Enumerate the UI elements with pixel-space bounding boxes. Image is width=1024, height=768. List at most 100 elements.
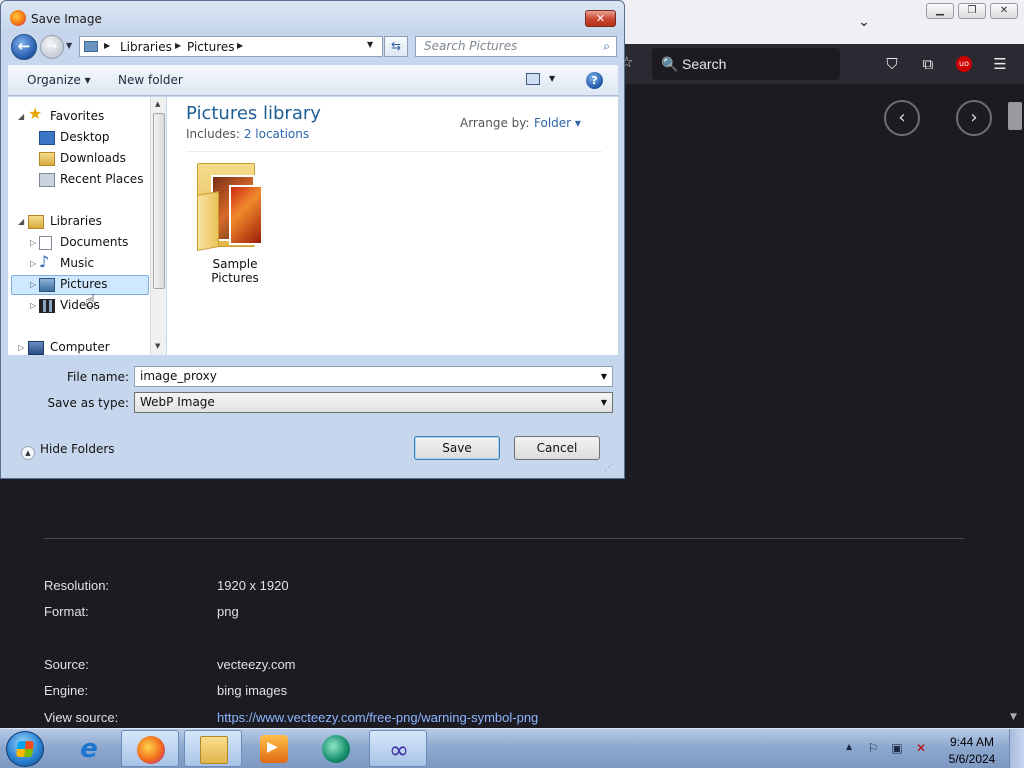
search-pictures-input[interactable]: Search Pictures ⌕ xyxy=(415,36,617,57)
resize-grip-icon[interactable]: ⋰ xyxy=(604,463,613,473)
file-name-dropdown-icon[interactable]: ▼ xyxy=(601,367,607,386)
tree-item-favorites[interactable]: Favorites xyxy=(50,106,104,126)
address-dropdown-icon[interactable]: ▼ xyxy=(367,40,373,49)
file-name-input[interactable]: image_proxy ▼ xyxy=(134,366,613,387)
next-image-button[interactable]: › xyxy=(956,100,992,136)
cancel-button[interactable]: Cancel xyxy=(514,436,600,460)
page-scroll-thumb[interactable] xyxy=(1008,102,1022,130)
refresh-button[interactable]: ⇆ xyxy=(384,36,408,57)
locations-link[interactable]: 2 locations xyxy=(244,127,309,141)
scroll-up-arrow-icon[interactable]: ▲ xyxy=(155,100,160,108)
library-title: Pictures library xyxy=(186,103,321,124)
tree-item-downloads[interactable]: Downloads xyxy=(60,148,126,168)
search-icon: 🔍 xyxy=(661,56,679,72)
save-image-dialog: Save Image ✕ ← → ▼ ▶ Libraries ▶ Picture… xyxy=(0,0,625,479)
dialog-title: Save Image xyxy=(31,12,102,26)
show-desktop-button[interactable] xyxy=(1009,729,1024,768)
scroll-down-arrow-icon[interactable]: ▼ xyxy=(155,342,160,350)
volume-muted-icon[interactable]: ✕ xyxy=(914,741,928,755)
taskbar-media-player[interactable] xyxy=(245,730,303,767)
expand-arrow-icon[interactable]: ▷ xyxy=(18,343,24,352)
breadcrumb-libraries[interactable]: Libraries xyxy=(120,40,172,54)
chevron-up-icon: ▲ xyxy=(21,446,35,460)
hand-cursor-icon: ☝ xyxy=(85,291,96,312)
breadcrumb-pictures[interactable]: Pictures xyxy=(187,40,235,54)
menu-icon[interactable]: ☰ xyxy=(989,53,1011,75)
minimize-button[interactable]: ▁ xyxy=(926,3,954,19)
view-source-link[interactable]: https://www.vecteezy.com/free-png/warnin… xyxy=(217,710,538,725)
navigation-pane: ◢ ★ Favorites Desktop Downloads Recent P… xyxy=(8,97,166,355)
engine-value: bing images xyxy=(217,683,288,698)
clock-date[interactable]: 5/6/2024 xyxy=(946,752,998,766)
expand-arrow-icon[interactable]: ◢ xyxy=(18,112,24,121)
close-window-button[interactable]: ✕ xyxy=(990,3,1018,19)
start-button[interactable] xyxy=(6,731,44,767)
resolution-label: Resolution: xyxy=(44,578,110,593)
recent-locations-dropdown[interactable]: ▼ xyxy=(66,41,72,50)
ublock-icon[interactable]: uo xyxy=(956,56,972,72)
tree-item-documents[interactable]: Documents xyxy=(60,232,128,252)
tree-item-pictures[interactable]: Pictures xyxy=(60,274,108,294)
browser-search-box[interactable]: 🔍 Search xyxy=(652,48,840,80)
restore-button[interactable]: ❐ xyxy=(958,3,986,19)
show-hidden-icons-arrow[interactable]: ▲ xyxy=(846,742,852,751)
taskbar-internet-explorer[interactable]: e xyxy=(60,730,118,767)
taskbar-teal-app[interactable] xyxy=(307,730,365,767)
hide-folders-label: Hide Folders xyxy=(40,442,115,456)
dialog-close-button[interactable]: ✕ xyxy=(585,10,616,27)
expand-arrow-icon[interactable]: ▷ xyxy=(30,238,36,247)
music-note-icon: ♪ xyxy=(39,252,50,271)
organize-button[interactable]: Organize ▾ xyxy=(27,73,91,87)
photo-thumbnail xyxy=(229,185,263,245)
breadcrumb-separator-icon[interactable]: ▶ xyxy=(237,41,243,50)
library-folder-icon xyxy=(84,41,98,52)
help-icon[interactable]: ? xyxy=(586,72,603,89)
save-button[interactable]: Save xyxy=(414,436,500,460)
expand-arrow-icon[interactable]: ▷ xyxy=(30,259,36,268)
search-icon: ⌕ xyxy=(603,39,610,53)
view-options-dropdown-icon[interactable]: ▼ xyxy=(549,74,555,83)
save-as-type-select[interactable]: WebP Image ▼ xyxy=(134,392,613,413)
forward-button[interactable]: → xyxy=(40,35,64,59)
arrange-by-dropdown[interactable]: Folder ▾ xyxy=(534,116,581,130)
includes-label: Includes: xyxy=(186,127,240,141)
recent-places-icon xyxy=(39,173,55,187)
breadcrumb-separator-icon[interactable]: ▶ xyxy=(175,41,181,50)
new-folder-button[interactable]: New folder xyxy=(118,73,183,87)
save-as-type-label: Save as type: xyxy=(47,396,129,410)
tree-item-computer[interactable]: Computer xyxy=(50,337,110,357)
folder-item-sample-pictures[interactable]: Sample Pictures xyxy=(189,157,281,285)
expand-arrow-icon[interactable]: ◢ xyxy=(18,217,24,226)
taskbar-infinity-app[interactable]: ∞ xyxy=(369,730,427,767)
taskbar-windows-explorer[interactable] xyxy=(184,730,242,767)
taskbar-firefox[interactable] xyxy=(121,730,179,767)
resolution-value: 1920 x 1920 xyxy=(217,578,289,593)
save-as-type-dropdown-icon[interactable]: ▼ xyxy=(601,393,607,412)
tree-item-music[interactable]: Music xyxy=(60,253,94,273)
scroll-down-arrow-icon[interactable]: ▼ xyxy=(1010,712,1017,722)
back-button[interactable]: ← xyxy=(11,34,37,60)
navigation-scroll-thumb[interactable] xyxy=(153,113,165,289)
expand-arrow-icon[interactable]: ▷ xyxy=(30,280,36,289)
hide-folders-button[interactable]: ▲ Hide Folders xyxy=(21,442,115,460)
expand-arrow-icon[interactable]: ▷ xyxy=(30,301,36,310)
pocket-icon[interactable]: ⛉ xyxy=(881,53,903,75)
tree-item-desktop[interactable]: Desktop xyxy=(60,127,110,147)
extensions-icon[interactable]: ⧉ xyxy=(917,53,939,75)
network-icon[interactable]: ▣ xyxy=(890,741,904,755)
breadcrumb-separator-icon[interactable]: ▶ xyxy=(104,41,110,50)
source-label: Source: xyxy=(44,657,89,672)
previous-image-button[interactable]: ‹ xyxy=(884,100,920,136)
favorites-star-icon: ★ xyxy=(28,104,43,123)
address-bar[interactable]: ▶ Libraries ▶ Pictures ▶ ▼ xyxy=(79,36,383,57)
change-view-icon[interactable] xyxy=(526,73,540,85)
page-scrollbar[interactable]: ▼ xyxy=(1006,84,1024,728)
clock-time[interactable]: 9:44 AM xyxy=(946,735,998,749)
tree-item-recent-places[interactable]: Recent Places xyxy=(60,169,143,189)
action-center-flag-icon[interactable]: ⚐ xyxy=(866,741,880,755)
source-value: vecteezy.com xyxy=(217,657,296,672)
navigation-scrollbar[interactable]: ▲ ▼ xyxy=(150,97,166,355)
tree-item-libraries[interactable]: Libraries xyxy=(50,211,102,231)
dialog-titlebar[interactable]: Save Image ✕ xyxy=(1,1,624,35)
tab-list-button[interactable]: ⌄ xyxy=(853,11,875,33)
